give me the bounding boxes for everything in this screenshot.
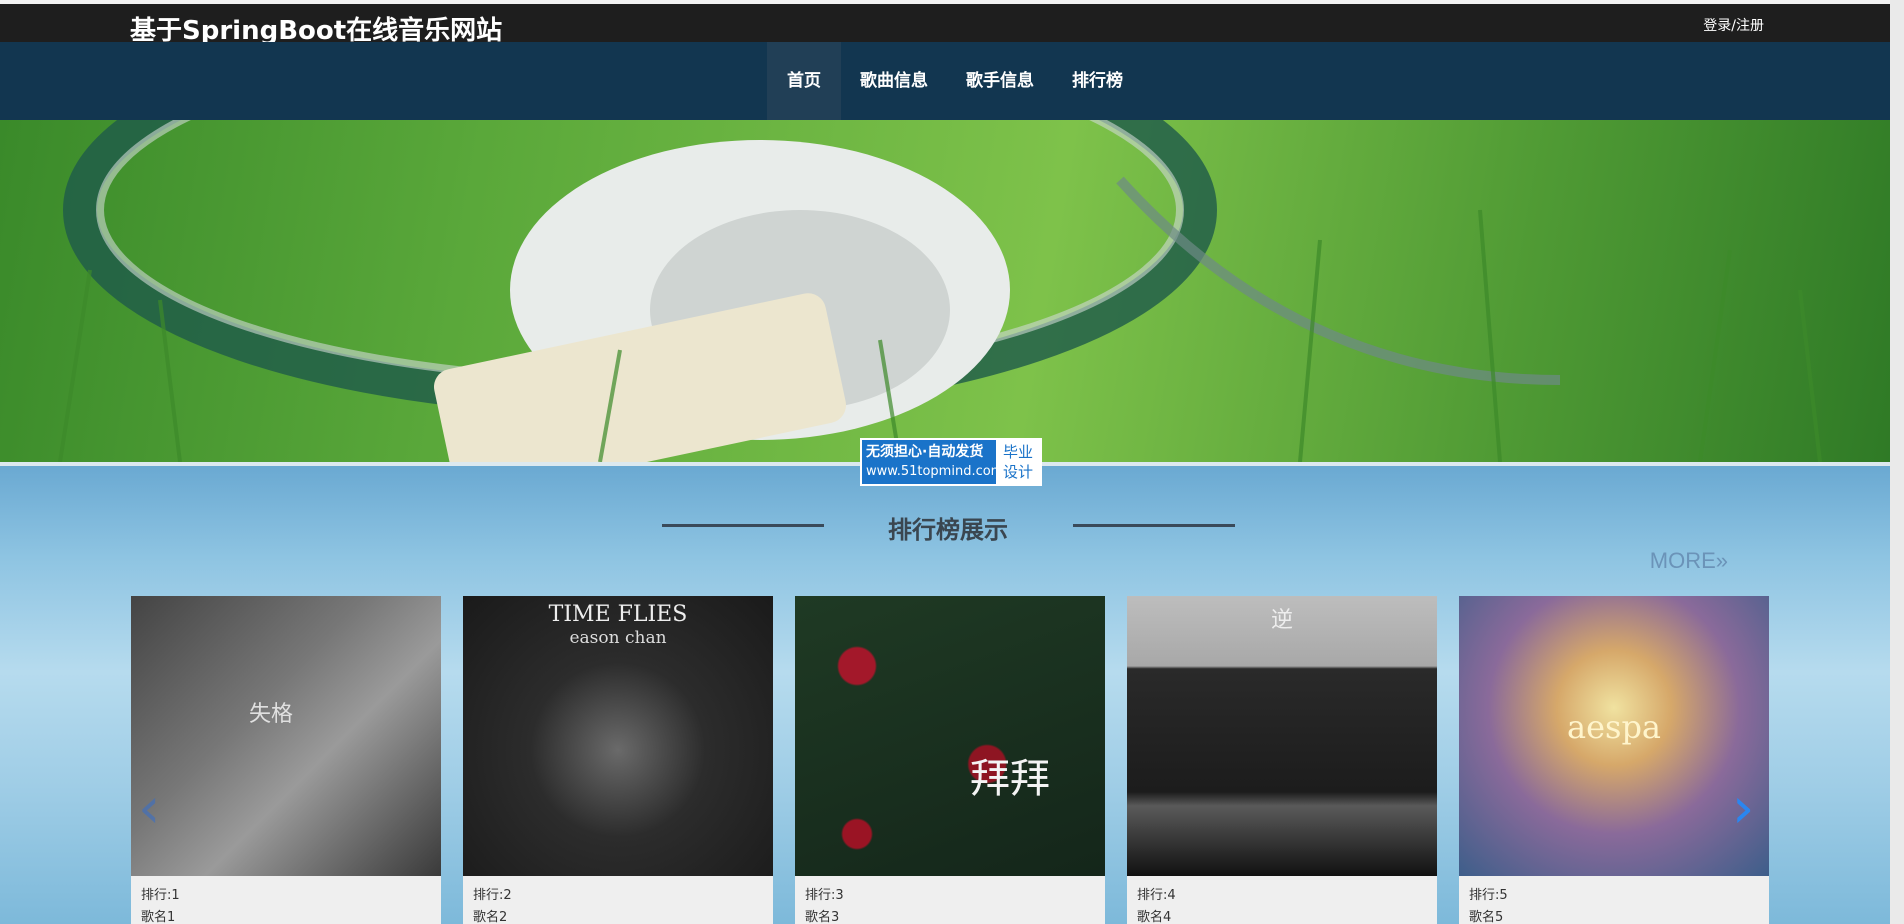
main-nav: 首页 歌曲信息 歌手信息 排行榜 <box>0 42 1900 120</box>
ranking-card[interactable]: TIME FLIES eason chan 排行:2 歌名2 <box>463 596 773 924</box>
nav-item-singers[interactable]: 歌手信息 <box>947 42 1053 120</box>
card-rank: 排行:5 <box>1469 888 1508 903</box>
album-cover: 失格 <box>131 596 441 876</box>
watermark-url: www.51topmind.com <box>866 464 1004 479</box>
nav-item-charts[interactable]: 排行榜 <box>1053 42 1142 120</box>
album-cover: TIME FLIES eason chan <box>463 596 773 876</box>
cover-title: 逆 <box>1270 608 1293 633</box>
nav-item-songs[interactable]: 歌曲信息 <box>841 42 947 120</box>
card-rank: 排行:1 <box>141 888 180 903</box>
title-divider-right <box>1073 524 1235 527</box>
watermark-right: 毕业 设计 <box>996 440 1040 484</box>
album-cover: 逆 <box>1127 596 1437 876</box>
ranking-card[interactable]: 逆 排行:4 歌名4 <box>1127 596 1437 924</box>
card-song-name: 歌名3 <box>805 910 840 924</box>
ranking-section: 排行榜展示 MORE» 失格 排行:1 歌名1 TIME FLIES eason… <box>0 466 1904 924</box>
chevron-right-icon[interactable]: › <box>1732 781 1754 837</box>
watermark-right-line1: 毕业 <box>1002 443 1033 461</box>
nav-items: 首页 歌曲信息 歌手信息 排行榜 <box>767 42 1142 120</box>
watermark-badge: 无须担心·自动发货 www.51topmind.com 毕业 设计 <box>860 438 1042 486</box>
card-rank: 排行:2 <box>473 888 512 903</box>
card-song-name: 歌名5 <box>1469 910 1504 924</box>
top-bar: 基于SpringBoot在线音乐网站 登录/注册 <box>0 0 1904 46</box>
watermark-right-line2: 设计 <box>1002 463 1033 481</box>
page-scrollbar[interactable] <box>1890 0 1904 924</box>
login-register-link[interactable]: 登录/注册 <box>1703 15 1764 35</box>
more-link[interactable]: MORE» <box>1650 548 1728 574</box>
watermark-left: 无须担心·自动发货 www.51topmind.com <box>862 440 1004 484</box>
cover-title: aespa <box>1567 708 1661 746</box>
title-divider-left <box>662 524 824 527</box>
cover-artist: eason chan <box>569 628 667 648</box>
chevron-left-icon[interactable]: ‹ <box>138 781 160 837</box>
cover-title: 失格 <box>249 702 294 727</box>
watermark-text: 无须担心·自动发货 <box>866 444 984 460</box>
card-song-name: 歌名4 <box>1137 910 1172 924</box>
section-title: 排行榜展示 <box>888 516 1008 544</box>
cover-title: TIME FLIES <box>548 602 688 627</box>
ranking-card[interactable]: 失格 排行:1 歌名1 <box>131 596 441 924</box>
nav-item-home[interactable]: 首页 <box>767 42 841 120</box>
ranking-card[interactable]: 拜拜 排行:3 歌名3 <box>795 596 1105 924</box>
ranking-cards: 失格 排行:1 歌名1 TIME FLIES eason chan 排行:2 歌… <box>131 596 1769 924</box>
card-song-name: 歌名1 <box>141 910 176 924</box>
album-cover: 拜拜 <box>795 596 1105 876</box>
card-rank: 排行:4 <box>1137 888 1176 903</box>
headphones-banner-image <box>58 120 1822 462</box>
card-rank: 排行:3 <box>805 888 844 903</box>
hero-banner <box>0 120 1890 462</box>
ranking-card[interactable]: aespa 排行:5 歌名5 <box>1459 596 1769 924</box>
card-song-name: 歌名2 <box>473 910 508 924</box>
cover-title: 拜拜 <box>970 756 1050 802</box>
album-cover: aespa <box>1459 596 1769 876</box>
